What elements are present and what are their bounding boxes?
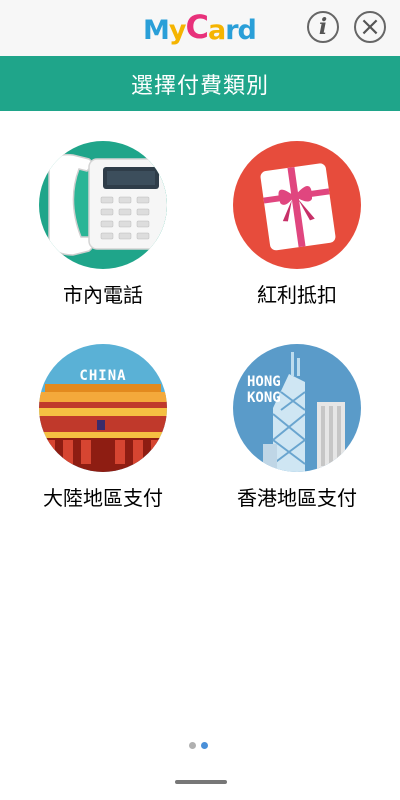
page-indicator[interactable] [189, 742, 208, 749]
logo-letter: a [207, 15, 226, 46]
home-indicator[interactable] [175, 780, 227, 784]
hongkong-badge-text: HONG KONG [247, 374, 281, 406]
info-icon[interactable]: i [307, 11, 339, 43]
category-bonus[interactable]: 紅利抵扣 [197, 141, 397, 308]
category-label: 市內電話 [63, 283, 143, 307]
logo-letter: r [225, 15, 238, 46]
category-hongkong[interactable]: HONG KONG 香港地區支付 [197, 344, 397, 511]
hongkong-skyline-icon: HONG KONG [233, 344, 361, 472]
china-palace-icon: CHINA [39, 344, 167, 472]
category-label: 紅利抵扣 [257, 283, 337, 307]
category-label: 大陸地區支付 [43, 486, 163, 510]
china-badge-text: CHINA [79, 368, 127, 384]
page-dot-active[interactable] [201, 742, 208, 749]
category-china[interactable]: CHINA 大陸地區支付 [3, 344, 203, 511]
logo-letter: y [168, 15, 187, 46]
logo-letter: M [143, 15, 170, 46]
close-icon[interactable]: × [354, 11, 386, 43]
page-dot[interactable] [189, 742, 196, 749]
top-bar: MyCard i × [0, 0, 400, 56]
mycard-logo: MyCard [143, 8, 257, 46]
category-label: 香港地區支付 [237, 486, 357, 510]
gift-icon [233, 141, 361, 269]
page-title: 選擇付費類別 [0, 56, 400, 111]
telephone-icon [39, 141, 167, 269]
logo-letter: C [185, 8, 209, 46]
logo-letter: d [237, 15, 257, 46]
category-landline[interactable]: 市內電話 [3, 141, 203, 308]
